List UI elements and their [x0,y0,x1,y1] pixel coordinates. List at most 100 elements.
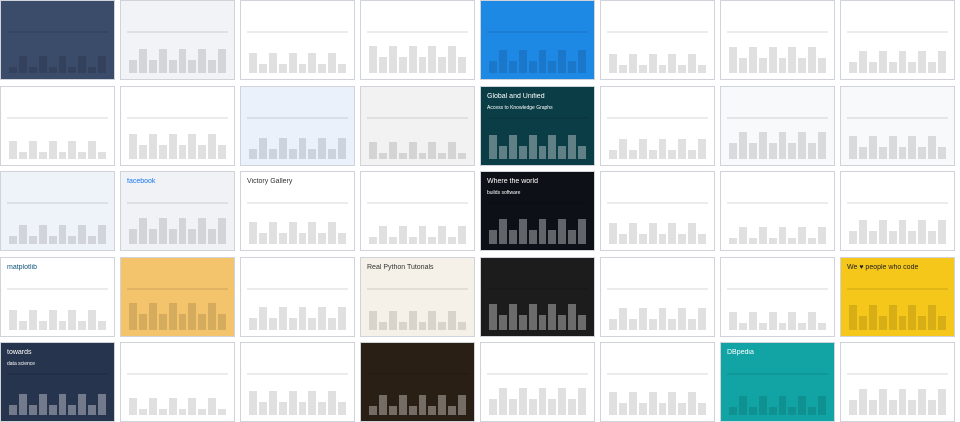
tile-bar [609,149,617,159]
thumbnail-tile[interactable]: Where the world builds software [480,171,595,251]
thumbnail-tile[interactable]: Global and Unified Access to Knowledge Gr… [480,85,595,166]
tile-bar [558,314,567,330]
thumbnail-tile[interactable]: We ♥ people who code [840,256,955,337]
tile-bar [858,146,867,159]
thumbnail-tile[interactable] [840,85,955,166]
tile-divider [7,287,108,290]
thumbnail-tile[interactable] [360,85,475,166]
thumbnail-tile[interactable]: Victory Gallery [240,171,355,251]
tile-bar [258,137,267,159]
tile-bars [729,302,827,330]
tile-bar [418,152,427,159]
tile-bar [798,58,807,73]
tile-bar [168,133,177,159]
thumbnail-tile[interactable] [600,171,715,251]
tile-bar [808,142,817,159]
tile-bar [609,392,617,415]
tile-bar [38,320,47,330]
thumbnail-tile[interactable]: towards data science [0,342,115,422]
thumbnail-tile[interactable] [120,256,235,337]
tile-bars [249,302,347,330]
tile-bar [748,142,757,159]
thumbnail-tile[interactable] [600,256,715,337]
thumbnail-tile[interactable] [720,171,835,251]
thumbnail-tile[interactable] [240,0,355,80]
tile-bars [9,302,107,330]
tile-bar [628,223,637,244]
thumbnail-tile[interactable] [360,0,475,80]
tile-bar [38,225,47,244]
tile-bar [818,131,827,159]
tile-bar [138,49,147,73]
thumbnail-tile[interactable] [600,85,715,166]
thumbnail-tile[interactable] [120,85,235,166]
tile-bar [558,50,567,73]
thumbnail-tile[interactable] [720,256,835,337]
tile-bar [568,61,577,73]
tile-divider [727,31,828,33]
tile-bar [558,219,567,244]
tile-bar [249,391,257,415]
tile-bar [928,62,937,73]
thumbnail-tile[interactable] [480,256,595,337]
tile-bar [18,225,27,244]
thumbnail-tile[interactable] [720,0,835,80]
tile-bar [388,237,397,244]
tile-bar [28,67,37,73]
thumbnail-tile[interactable] [840,171,955,251]
tile-bars [609,45,707,73]
thumbnail-tile[interactable] [360,342,475,422]
thumbnail-tile[interactable] [600,0,715,80]
tile-bar [178,144,187,159]
tile-bar [678,403,687,415]
tile-bar [428,237,437,244]
tile-bar [268,53,277,73]
tile-bar [748,238,757,244]
tile-bar [638,138,647,159]
thumbnail-tile[interactable] [840,0,955,80]
tile-bar [618,307,627,330]
tile-bar [638,307,647,330]
thumbnail-tile[interactable] [120,0,235,80]
thumbnail-tile[interactable]: Real Python Tutorials [360,256,475,337]
tile-divider [247,31,348,33]
thumbnail-tile[interactable] [240,342,355,422]
thumbnail-tile[interactable] [360,171,475,251]
tile-bar [698,138,707,159]
tile-bars [849,216,947,244]
thumbnail-tile[interactable]: matplotlib [0,256,115,337]
thumbnail-tile[interactable] [720,85,835,166]
tile-bar [518,50,527,73]
thumbnail-tile[interactable] [600,342,715,422]
tile-bar [168,229,177,244]
thumbnail-tile[interactable] [840,342,955,422]
tile-bar [318,233,327,244]
thumbnail-tile[interactable] [480,0,595,80]
tile-divider [247,202,348,204]
thumbnail-tile[interactable] [480,342,595,422]
tile-bar [618,403,627,415]
tile-bar [138,409,147,415]
thumbnail-tile[interactable] [0,0,115,80]
thumbnail-tile[interactable] [0,85,115,166]
thumbnail-tile[interactable]: facebook [120,171,235,251]
tile-bar [408,46,417,73]
thumbnail-tile[interactable]: DBpedia [720,342,835,422]
tile-bar [518,145,527,159]
tile-bar [618,234,627,244]
tile-bar [738,58,747,73]
thumbnail-tile[interactable] [120,342,235,422]
tile-bar [489,303,497,330]
tile-bar [9,236,17,244]
tile-bar [408,237,417,244]
tile-bar [188,60,197,73]
tile-bar [538,50,547,73]
tile-divider [367,202,468,204]
tile-bar [158,409,167,415]
thumbnail-tile[interactable] [0,171,115,251]
thumbnail-tile[interactable] [240,256,355,337]
thumbnail-tile[interactable] [240,85,355,166]
tile-subtitle: Access to Knowledge Graphs [487,104,553,111]
tile-divider [247,116,348,119]
tile-bar [938,146,947,159]
